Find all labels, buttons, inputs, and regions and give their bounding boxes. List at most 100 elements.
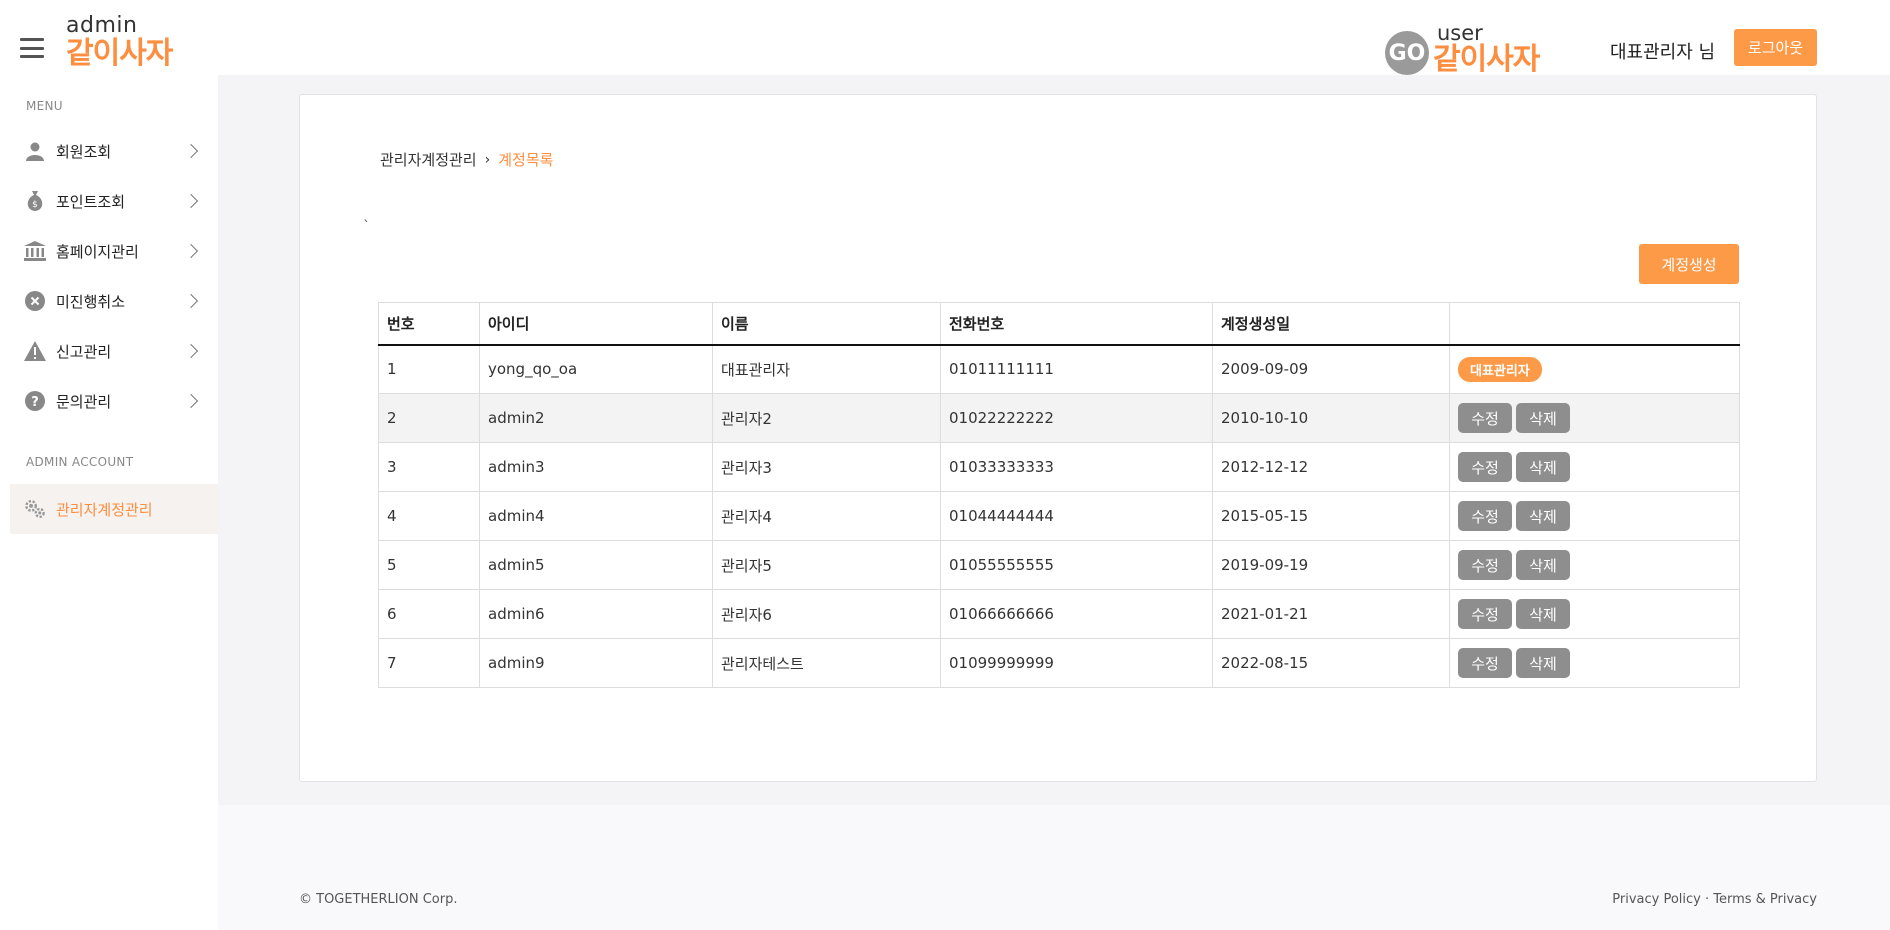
- edit-button[interactable]: 수정: [1458, 550, 1512, 580]
- cell-id: admin2: [479, 393, 713, 443]
- breadcrumb-parent[interactable]: 관리자계정관리: [380, 149, 477, 170]
- sidebar-item-label: 미진행취소: [56, 292, 126, 311]
- edit-button[interactable]: 수정: [1458, 452, 1512, 482]
- sidebar-item-label: 신고관리: [56, 342, 112, 361]
- cell-name: 대표관리자: [712, 344, 941, 394]
- table-row: 2 admin2 관리자2 01022222222 2010-10-10 수정 삭…: [378, 393, 1740, 443]
- sidebar-item-cancel[interactable]: 미진행취소: [10, 279, 218, 323]
- sidebar-item-points[interactable]: $ 포인트조회: [10, 179, 218, 223]
- svg-text:?: ?: [31, 395, 39, 410]
- user-logo-main: 같이사자: [1433, 42, 1540, 77]
- cell-phone: 01055555555: [940, 540, 1213, 590]
- hamburger-menu-icon[interactable]: [20, 38, 44, 58]
- cell-created: 2010-10-10: [1212, 393, 1450, 443]
- cell-id: admin3: [479, 442, 713, 492]
- column-header-name: 이름: [712, 302, 941, 346]
- sidebar-item-inquiries[interactable]: ? 문의관리: [10, 379, 218, 423]
- cell-number: 4: [378, 491, 480, 541]
- footer: © TOGETHERLION Corp. Privacy Policy · Te…: [218, 805, 1890, 930]
- svg-text:$: $: [32, 200, 38, 210]
- breadcrumb-current: 계정목록: [498, 151, 554, 169]
- cell-id: admin4: [479, 491, 713, 541]
- cell-name: 관리자2: [712, 393, 941, 443]
- bank-icon: [24, 240, 46, 262]
- column-header-actions: [1449, 302, 1740, 346]
- breadcrumb: 관리자계정관리 › 계정목록: [380, 149, 553, 170]
- chevron-right-icon: [183, 343, 199, 359]
- sidebar-item-members[interactable]: 회원조회: [10, 129, 218, 173]
- cell-number: 1: [378, 344, 480, 394]
- cell-created: 2012-12-12: [1212, 442, 1450, 492]
- top-header: admin 같이사자 GO user 같이사자 대표관리자 님 로그아웃: [0, 0, 1890, 77]
- cell-id: admin6: [479, 589, 713, 639]
- content-card: 관리자계정관리 › 계정목록 ` 계정생성 번호 아이디 이름 전화번호 계정생…: [299, 94, 1817, 782]
- admin-accounts-table: 번호 아이디 이름 전화번호 계정생성일 1 yong_qo_oa 대표관리자 …: [378, 302, 1740, 688]
- edit-button[interactable]: 수정: [1458, 599, 1512, 629]
- delete-button[interactable]: 삭제: [1516, 501, 1570, 531]
- warning-icon: [24, 340, 46, 362]
- breadcrumb-separator-icon: ›: [484, 151, 491, 168]
- delete-button[interactable]: 삭제: [1516, 452, 1570, 482]
- sidebar-item-homepage[interactable]: 홈페이지관리: [10, 229, 218, 273]
- cell-phone: 01011111111: [940, 344, 1213, 394]
- table-row: 5 admin5 관리자5 01055555555 2019-09-19 수정 삭…: [378, 540, 1740, 590]
- delete-button[interactable]: 삭제: [1516, 403, 1570, 433]
- cell-actions: 수정 삭제: [1449, 540, 1740, 590]
- edit-button[interactable]: 수정: [1458, 403, 1512, 433]
- sidebar-item-label: 문의관리: [56, 392, 112, 411]
- admin-logo-sub: admin: [66, 13, 138, 38]
- cell-number: 7: [378, 638, 480, 688]
- create-account-button[interactable]: 계정생성: [1639, 244, 1739, 284]
- table-row: 4 admin4 관리자4 01044444444 2015-05-15 수정 삭…: [378, 491, 1740, 541]
- cell-id: admin9: [479, 638, 713, 688]
- admin-name: 대표관리자 님: [1610, 42, 1716, 63]
- cell-created: 2015-05-15: [1212, 491, 1450, 541]
- footer-policy-links[interactable]: Privacy Policy · Terms & Privacy: [1612, 892, 1817, 907]
- user-logo-sub: user: [1437, 21, 1483, 45]
- go-badge-icon: GO: [1385, 31, 1429, 75]
- chevron-right-icon: [183, 143, 199, 159]
- cell-actions: 수정 삭제: [1449, 442, 1740, 492]
- chevron-right-icon: [183, 243, 199, 259]
- sidebar-item-admin-accounts[interactable]: 관리자계정관리: [10, 484, 218, 534]
- question-circle-icon: ?: [24, 390, 46, 412]
- admin-account-section-label: ADMIN ACCOUNT: [26, 455, 134, 469]
- column-header-created: 계정생성일: [1212, 302, 1450, 346]
- edit-button[interactable]: 수정: [1458, 648, 1512, 678]
- edit-button[interactable]: 수정: [1458, 501, 1512, 531]
- cancel-circle-icon: [24, 290, 46, 312]
- delete-button[interactable]: 삭제: [1516, 550, 1570, 580]
- column-header-number: 번호: [378, 302, 480, 346]
- cell-phone: 01066666666: [940, 589, 1213, 639]
- cell-actions: 수정 삭제: [1449, 589, 1740, 639]
- sidebar: MENU 회원조회 $ 포인트조회 홈페이지관리 미진행취소 신고관리 ? 문의…: [0, 75, 218, 930]
- cell-created: 2021-01-21: [1212, 589, 1450, 639]
- logout-button[interactable]: 로그아웃: [1734, 29, 1817, 66]
- cell-id: yong_qo_oa: [479, 344, 713, 394]
- sidebar-item-label: 회원조회: [56, 142, 112, 161]
- cell-actions: 수정 삭제: [1449, 393, 1740, 443]
- table-header-row: 번호 아이디 이름 전화번호 계정생성일: [378, 302, 1740, 346]
- cell-created: 2019-09-19: [1212, 540, 1450, 590]
- cell-actions: 수정 삭제: [1449, 491, 1740, 541]
- sidebar-item-reports[interactable]: 신고관리: [10, 329, 218, 373]
- chevron-right-icon: [183, 293, 199, 309]
- cell-number: 6: [378, 589, 480, 639]
- admin-logo[interactable]: admin 같이사자: [66, 13, 173, 71]
- cell-phone: 01022222222: [940, 393, 1213, 443]
- footer-copyright: © TOGETHERLION Corp.: [299, 892, 458, 907]
- admin-logo-main: 같이사자: [66, 36, 173, 71]
- cell-number: 3: [378, 442, 480, 492]
- menu-section-label: MENU: [26, 99, 63, 113]
- gears-icon: [24, 498, 46, 520]
- table-row: 7 admin9 관리자테스트 01099999999 2022-08-15 수…: [378, 638, 1740, 688]
- column-header-id: 아이디: [479, 302, 713, 346]
- table-row: 3 admin3 관리자3 01033333333 2012-12-12 수정 삭…: [378, 442, 1740, 492]
- delete-button[interactable]: 삭제: [1516, 648, 1570, 678]
- go-user-site-link[interactable]: GO user 같이사자: [1385, 21, 1540, 77]
- money-bag-icon: $: [24, 190, 46, 212]
- cell-name: 관리자테스트: [712, 638, 941, 688]
- cell-phone: 01033333333: [940, 442, 1213, 492]
- sidebar-item-label: 포인트조회: [56, 192, 126, 211]
- delete-button[interactable]: 삭제: [1516, 599, 1570, 629]
